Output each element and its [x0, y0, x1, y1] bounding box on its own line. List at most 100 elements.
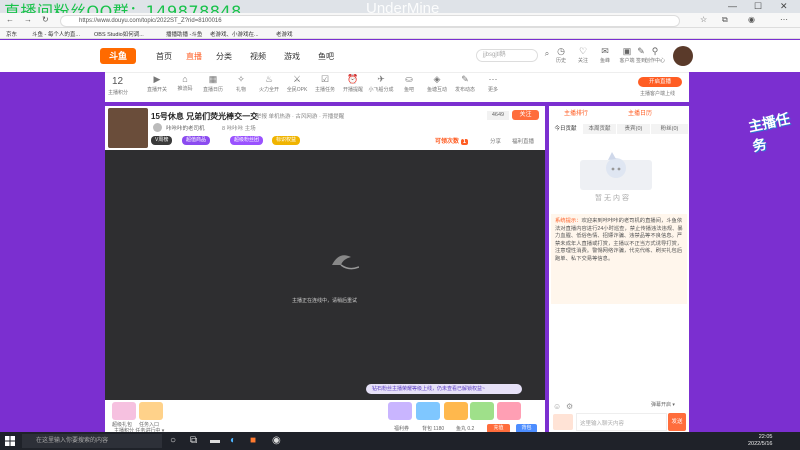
barrage-toggle[interactable]: 弹幕开启 ▾: [651, 401, 675, 408]
explorer-icon[interactable]: ▬: [210, 435, 220, 446]
gift-icon[interactable]: [388, 402, 412, 420]
start-live-button[interactable]: 开启直播: [638, 77, 682, 87]
bookmark-item[interactable]: 老游戏: [276, 30, 293, 38]
more-icon[interactable]: ⋯ 更多: [478, 74, 508, 93]
gift-package-icon[interactable]: [112, 402, 136, 420]
alarm-icon[interactable]: ⏰ 开播提醒: [338, 74, 368, 93]
nav-live[interactable]: 直播: [186, 51, 202, 62]
gift-icon[interactable]: [416, 402, 440, 420]
room-owner[interactable]: 咔咔咔的老司机: [166, 124, 205, 132]
room-tag[interactable]: 超值商品: [182, 136, 211, 145]
emoji-icon[interactable]: ☺: [553, 402, 561, 411]
maximize-icon[interactable]: ☐: [754, 1, 762, 12]
gift-icon[interactable]: [444, 402, 468, 420]
nav-video[interactable]: 视频: [250, 51, 266, 62]
toolbar-item-label: 推流码: [177, 86, 193, 92]
douyu-app-icon[interactable]: ■: [250, 435, 256, 446]
live-switch-icon[interactable]: ▶ 直播开关: [142, 74, 172, 93]
history-icon[interactable]: ◷ 历史: [550, 46, 572, 64]
chat-input[interactable]: 这里输入聊天内容: [576, 413, 667, 431]
room-meta[interactable]: 举报 单机热游 · 古风网游 · 开播提醒: [256, 112, 344, 120]
bookmark-item[interactable]: OBS Studio如何调...: [94, 30, 144, 38]
task-entry-icon[interactable]: [139, 402, 163, 420]
backpack-label: 背包 1180: [422, 426, 445, 432]
douyu-logo[interactable]: 斗鱼: [100, 48, 136, 64]
collections-icon[interactable]: ⧉: [722, 15, 728, 25]
clock-date: 2022/5/16: [748, 441, 773, 447]
nav-fishbar[interactable]: 鱼吧: [318, 51, 334, 62]
profile-icon[interactable]: ◉: [748, 15, 755, 24]
fishbar-icon[interactable]: ⛀ 鱼吧: [394, 74, 424, 93]
privilege-banner[interactable]: 钻石粉丝主播荣耀等级上线，仍未查看已解锁权益~: [366, 384, 522, 394]
favorite-icon[interactable]: ☆: [700, 15, 707, 24]
back-icon[interactable]: ←: [6, 15, 14, 24]
nav-game[interactable]: 游戏: [284, 51, 300, 62]
fan-badge-icon[interactable]: [553, 414, 573, 430]
bookmark-item[interactable]: 老游戏、小游戏在...: [210, 30, 259, 38]
room-tag[interactable]: 标识权益: [272, 136, 301, 145]
header-icon-label: 关注: [577, 58, 588, 64]
refresh-icon[interactable]: ↻: [42, 15, 49, 24]
level-label: 主播积分: [108, 90, 129, 96]
tab-vip[interactable]: 贵宾(0): [617, 124, 651, 134]
fire-icon[interactable]: ♨ 火力全开: [254, 74, 284, 93]
subscriber-count: 4649: [487, 111, 509, 120]
creator-icon[interactable]: ⚲ 创作中心: [644, 46, 666, 64]
follow-button[interactable]: 关注: [512, 110, 539, 120]
task-view-icon[interactable]: ⧉: [190, 435, 197, 446]
tab-today-contrib[interactable]: 今日贡献: [549, 124, 583, 134]
ship-icon[interactable]: ✈ 小飞船分成: [366, 74, 396, 93]
forward-icon[interactable]: →: [24, 15, 32, 24]
post-icon[interactable]: ✎ 发布动态: [450, 74, 480, 93]
video-player[interactable]: [105, 150, 545, 400]
windows-start-icon[interactable]: [5, 436, 15, 446]
menu-icon[interactable]: ⋯: [780, 15, 788, 24]
game-icon[interactable]: ◈ 鱼塘互动: [422, 74, 452, 93]
calendar-icon[interactable]: ▦ 直播日历: [198, 74, 228, 93]
nav-category[interactable]: 分类: [216, 51, 232, 62]
search-input[interactable]: jjbsgjtl鹅: [476, 49, 538, 62]
room-tag[interactable]: 超级粉丝团: [230, 136, 264, 145]
avatar[interactable]: [673, 46, 693, 66]
cortana-icon[interactable]: ○: [170, 435, 176, 446]
gift-icon[interactable]: [470, 402, 494, 420]
bookmark-item[interactable]: 斗鱼 - 每个人的直...: [32, 30, 80, 38]
toolbar-item-label: 主播任务: [314, 87, 335, 93]
notice-label: 系统提示：: [555, 218, 582, 224]
stream-key-icon[interactable]: ⌂ 推流码: [170, 74, 200, 92]
tab-streamer-rank[interactable]: 主播排行: [564, 108, 588, 117]
video-status: 主播正在连线中，请稍后重试: [292, 298, 358, 304]
toolbar-item-label: 全民OPK: [286, 87, 308, 93]
bookmark-item[interactable]: 京东: [6, 30, 17, 38]
toolbar-item-label: 礼物: [235, 87, 246, 93]
task-icon[interactable]: ☑ 主播任务: [310, 74, 340, 93]
gift-icon[interactable]: [497, 402, 521, 420]
address-bar[interactable]: https://www.douyu.com/topic/2022ST_Z?rid…: [60, 15, 680, 27]
share-button[interactable]: 分享: [490, 137, 501, 145]
coupon-label[interactable]: 福利券: [394, 425, 409, 432]
room-title: 15号休息 兄弟们荧光棒交一交: [151, 112, 259, 121]
tab-fans[interactable]: 粉丝(0): [651, 124, 689, 134]
bookmark-item[interactable]: 播播助播 -斗鱼: [166, 30, 202, 38]
gift-icon[interactable]: ✧ 礼物: [226, 74, 256, 93]
tab-streamer-calendar[interactable]: 主播日历: [628, 108, 652, 117]
fish-icon[interactable]: ✉ 鱼峰: [594, 46, 616, 64]
chat-setting-icon[interactable]: ⚙: [566, 402, 573, 411]
room-tag[interactable]: V周榜: [151, 136, 173, 145]
tab-week-contrib[interactable]: 本周贡献: [583, 124, 617, 134]
follow-icon[interactable]: ♡ 关注: [572, 46, 594, 64]
edge-icon[interactable]: ◐: [230, 435, 236, 446]
send-button[interactable]: 发送: [668, 413, 686, 431]
notice-text: 欢迎来到咔咔咔的老司机的直播间，斗鱼依法对直播内容进行24小时巡查，禁止传播违法…: [555, 218, 683, 262]
promo-task-badge[interactable]: 主播任务: [746, 108, 797, 156]
welfare-button[interactable]: 福利直播: [512, 137, 534, 145]
reward-claim[interactable]: 可领次数 1: [435, 136, 469, 145]
client-download-link[interactable]: 主播客户端上线: [640, 90, 675, 97]
owner-extra: 8 咔咔咔 主场: [222, 126, 256, 132]
taskbar-search[interactable]: 在这里输入你要搜索的内容: [22, 434, 162, 448]
pk-icon[interactable]: ⚔ 全民OPK: [282, 74, 312, 93]
close-icon[interactable]: ✕: [780, 1, 788, 12]
nav-home[interactable]: 首页: [156, 51, 172, 62]
obs-icon[interactable]: ◉: [272, 435, 281, 446]
minimize-icon[interactable]: —: [728, 1, 737, 11]
